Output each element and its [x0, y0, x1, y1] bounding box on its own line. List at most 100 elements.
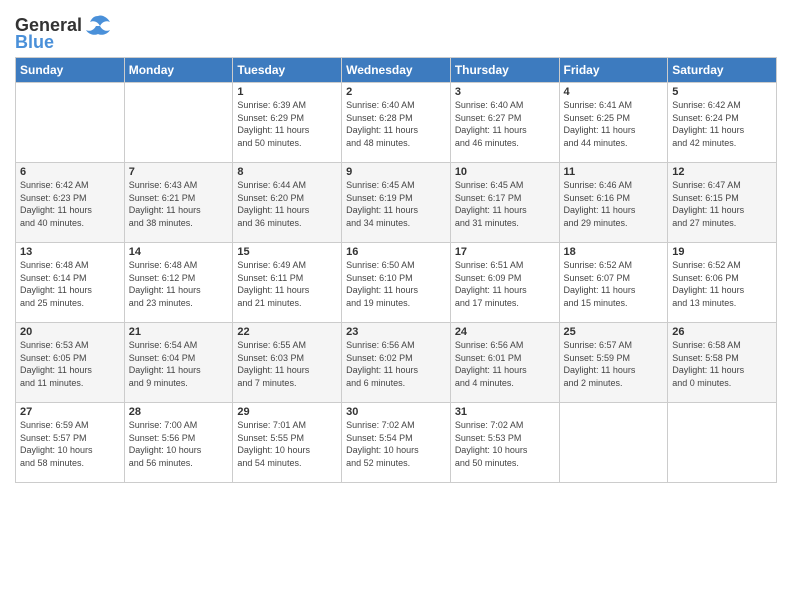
day-number: 22	[237, 326, 337, 338]
day-info: Sunrise: 6:41 AM Sunset: 6:25 PM Dayligh…	[564, 99, 664, 149]
calendar-cell: 2Sunrise: 6:40 AM Sunset: 6:28 PM Daylig…	[342, 83, 451, 163]
day-number: 13	[20, 246, 120, 258]
weekday-header-sunday: Sunday	[16, 58, 125, 83]
day-info: Sunrise: 6:43 AM Sunset: 6:21 PM Dayligh…	[129, 179, 229, 229]
day-number: 5	[672, 86, 772, 98]
calendar-cell	[16, 83, 125, 163]
day-number: 20	[20, 326, 120, 338]
day-number: 2	[346, 86, 446, 98]
day-info: Sunrise: 7:02 AM Sunset: 5:53 PM Dayligh…	[455, 419, 555, 469]
day-number: 4	[564, 86, 664, 98]
day-number: 7	[129, 166, 229, 178]
day-info: Sunrise: 6:45 AM Sunset: 6:19 PM Dayligh…	[346, 179, 446, 229]
weekday-header-wednesday: Wednesday	[342, 58, 451, 83]
calendar-week-2: 6Sunrise: 6:42 AM Sunset: 6:23 PM Daylig…	[16, 163, 777, 243]
calendar-cell: 22Sunrise: 6:55 AM Sunset: 6:03 PM Dayli…	[233, 323, 342, 403]
calendar-cell	[559, 403, 668, 483]
day-number: 3	[455, 86, 555, 98]
day-number: 15	[237, 246, 337, 258]
weekday-header-friday: Friday	[559, 58, 668, 83]
day-info: Sunrise: 6:53 AM Sunset: 6:05 PM Dayligh…	[20, 339, 120, 389]
calendar-cell: 7Sunrise: 6:43 AM Sunset: 6:21 PM Daylig…	[124, 163, 233, 243]
day-number: 19	[672, 246, 772, 258]
day-info: Sunrise: 6:44 AM Sunset: 6:20 PM Dayligh…	[237, 179, 337, 229]
calendar-cell: 4Sunrise: 6:41 AM Sunset: 6:25 PM Daylig…	[559, 83, 668, 163]
calendar-cell: 14Sunrise: 6:48 AM Sunset: 6:12 PM Dayli…	[124, 243, 233, 323]
day-number: 11	[564, 166, 664, 178]
header: General Blue	[15, 10, 777, 53]
day-number: 26	[672, 326, 772, 338]
day-number: 1	[237, 86, 337, 98]
calendar-cell: 28Sunrise: 7:00 AM Sunset: 5:56 PM Dayli…	[124, 403, 233, 483]
calendar-week-1: 1Sunrise: 6:39 AM Sunset: 6:29 PM Daylig…	[16, 83, 777, 163]
day-number: 6	[20, 166, 120, 178]
weekday-header-monday: Monday	[124, 58, 233, 83]
day-number: 30	[346, 406, 446, 418]
day-number: 18	[564, 246, 664, 258]
day-info: Sunrise: 6:50 AM Sunset: 6:10 PM Dayligh…	[346, 259, 446, 309]
weekday-header-tuesday: Tuesday	[233, 58, 342, 83]
calendar-cell: 20Sunrise: 6:53 AM Sunset: 6:05 PM Dayli…	[16, 323, 125, 403]
day-info: Sunrise: 6:56 AM Sunset: 6:01 PM Dayligh…	[455, 339, 555, 389]
day-info: Sunrise: 6:42 AM Sunset: 6:23 PM Dayligh…	[20, 179, 120, 229]
calendar-cell: 21Sunrise: 6:54 AM Sunset: 6:04 PM Dayli…	[124, 323, 233, 403]
day-number: 29	[237, 406, 337, 418]
calendar-cell: 23Sunrise: 6:56 AM Sunset: 6:02 PM Dayli…	[342, 323, 451, 403]
day-number: 12	[672, 166, 772, 178]
day-number: 28	[129, 406, 229, 418]
calendar-cell: 9Sunrise: 6:45 AM Sunset: 6:19 PM Daylig…	[342, 163, 451, 243]
calendar-cell: 13Sunrise: 6:48 AM Sunset: 6:14 PM Dayli…	[16, 243, 125, 323]
day-info: Sunrise: 6:55 AM Sunset: 6:03 PM Dayligh…	[237, 339, 337, 389]
day-number: 17	[455, 246, 555, 258]
calendar-cell: 15Sunrise: 6:49 AM Sunset: 6:11 PM Dayli…	[233, 243, 342, 323]
day-info: Sunrise: 6:40 AM Sunset: 6:28 PM Dayligh…	[346, 99, 446, 149]
calendar-cell: 5Sunrise: 6:42 AM Sunset: 6:24 PM Daylig…	[668, 83, 777, 163]
day-info: Sunrise: 6:59 AM Sunset: 5:57 PM Dayligh…	[20, 419, 120, 469]
calendar-cell: 25Sunrise: 6:57 AM Sunset: 5:59 PM Dayli…	[559, 323, 668, 403]
day-number: 16	[346, 246, 446, 258]
calendar-cell: 27Sunrise: 6:59 AM Sunset: 5:57 PM Dayli…	[16, 403, 125, 483]
day-number: 8	[237, 166, 337, 178]
day-number: 27	[20, 406, 120, 418]
calendar-cell: 31Sunrise: 7:02 AM Sunset: 5:53 PM Dayli…	[450, 403, 559, 483]
day-info: Sunrise: 6:48 AM Sunset: 6:14 PM Dayligh…	[20, 259, 120, 309]
calendar-table: SundayMondayTuesdayWednesdayThursdayFrid…	[15, 57, 777, 483]
day-info: Sunrise: 7:00 AM Sunset: 5:56 PM Dayligh…	[129, 419, 229, 469]
day-number: 10	[455, 166, 555, 178]
page-container: General Blue SundayMondayTuesdayWednesda…	[0, 0, 792, 488]
day-info: Sunrise: 6:57 AM Sunset: 5:59 PM Dayligh…	[564, 339, 664, 389]
calendar-cell: 1Sunrise: 6:39 AM Sunset: 6:29 PM Daylig…	[233, 83, 342, 163]
calendar-week-5: 27Sunrise: 6:59 AM Sunset: 5:57 PM Dayli…	[16, 403, 777, 483]
day-info: Sunrise: 6:42 AM Sunset: 6:24 PM Dayligh…	[672, 99, 772, 149]
day-info: Sunrise: 6:58 AM Sunset: 5:58 PM Dayligh…	[672, 339, 772, 389]
day-info: Sunrise: 7:01 AM Sunset: 5:55 PM Dayligh…	[237, 419, 337, 469]
calendar-cell: 17Sunrise: 6:51 AM Sunset: 6:09 PM Dayli…	[450, 243, 559, 323]
calendar-cell: 24Sunrise: 6:56 AM Sunset: 6:01 PM Dayli…	[450, 323, 559, 403]
calendar-cell	[124, 83, 233, 163]
calendar-cell: 6Sunrise: 6:42 AM Sunset: 6:23 PM Daylig…	[16, 163, 125, 243]
logo-bird-icon	[84, 14, 112, 36]
day-info: Sunrise: 6:39 AM Sunset: 6:29 PM Dayligh…	[237, 99, 337, 149]
calendar-cell	[668, 403, 777, 483]
day-info: Sunrise: 6:54 AM Sunset: 6:04 PM Dayligh…	[129, 339, 229, 389]
calendar-cell: 26Sunrise: 6:58 AM Sunset: 5:58 PM Dayli…	[668, 323, 777, 403]
day-info: Sunrise: 6:48 AM Sunset: 6:12 PM Dayligh…	[129, 259, 229, 309]
day-info: Sunrise: 6:51 AM Sunset: 6:09 PM Dayligh…	[455, 259, 555, 309]
day-info: Sunrise: 6:49 AM Sunset: 6:11 PM Dayligh…	[237, 259, 337, 309]
logo-blue-text: Blue	[15, 32, 54, 53]
calendar-cell: 8Sunrise: 6:44 AM Sunset: 6:20 PM Daylig…	[233, 163, 342, 243]
calendar-cell: 10Sunrise: 6:45 AM Sunset: 6:17 PM Dayli…	[450, 163, 559, 243]
day-number: 24	[455, 326, 555, 338]
day-number: 9	[346, 166, 446, 178]
day-info: Sunrise: 7:02 AM Sunset: 5:54 PM Dayligh…	[346, 419, 446, 469]
weekday-header-saturday: Saturday	[668, 58, 777, 83]
day-number: 23	[346, 326, 446, 338]
calendar-cell: 29Sunrise: 7:01 AM Sunset: 5:55 PM Dayli…	[233, 403, 342, 483]
day-info: Sunrise: 6:52 AM Sunset: 6:06 PM Dayligh…	[672, 259, 772, 309]
calendar-cell: 12Sunrise: 6:47 AM Sunset: 6:15 PM Dayli…	[668, 163, 777, 243]
day-info: Sunrise: 6:52 AM Sunset: 6:07 PM Dayligh…	[564, 259, 664, 309]
calendar-cell: 19Sunrise: 6:52 AM Sunset: 6:06 PM Dayli…	[668, 243, 777, 323]
weekday-header-row: SundayMondayTuesdayWednesdayThursdayFrid…	[16, 58, 777, 83]
calendar-cell: 11Sunrise: 6:46 AM Sunset: 6:16 PM Dayli…	[559, 163, 668, 243]
calendar-cell: 16Sunrise: 6:50 AM Sunset: 6:10 PM Dayli…	[342, 243, 451, 323]
